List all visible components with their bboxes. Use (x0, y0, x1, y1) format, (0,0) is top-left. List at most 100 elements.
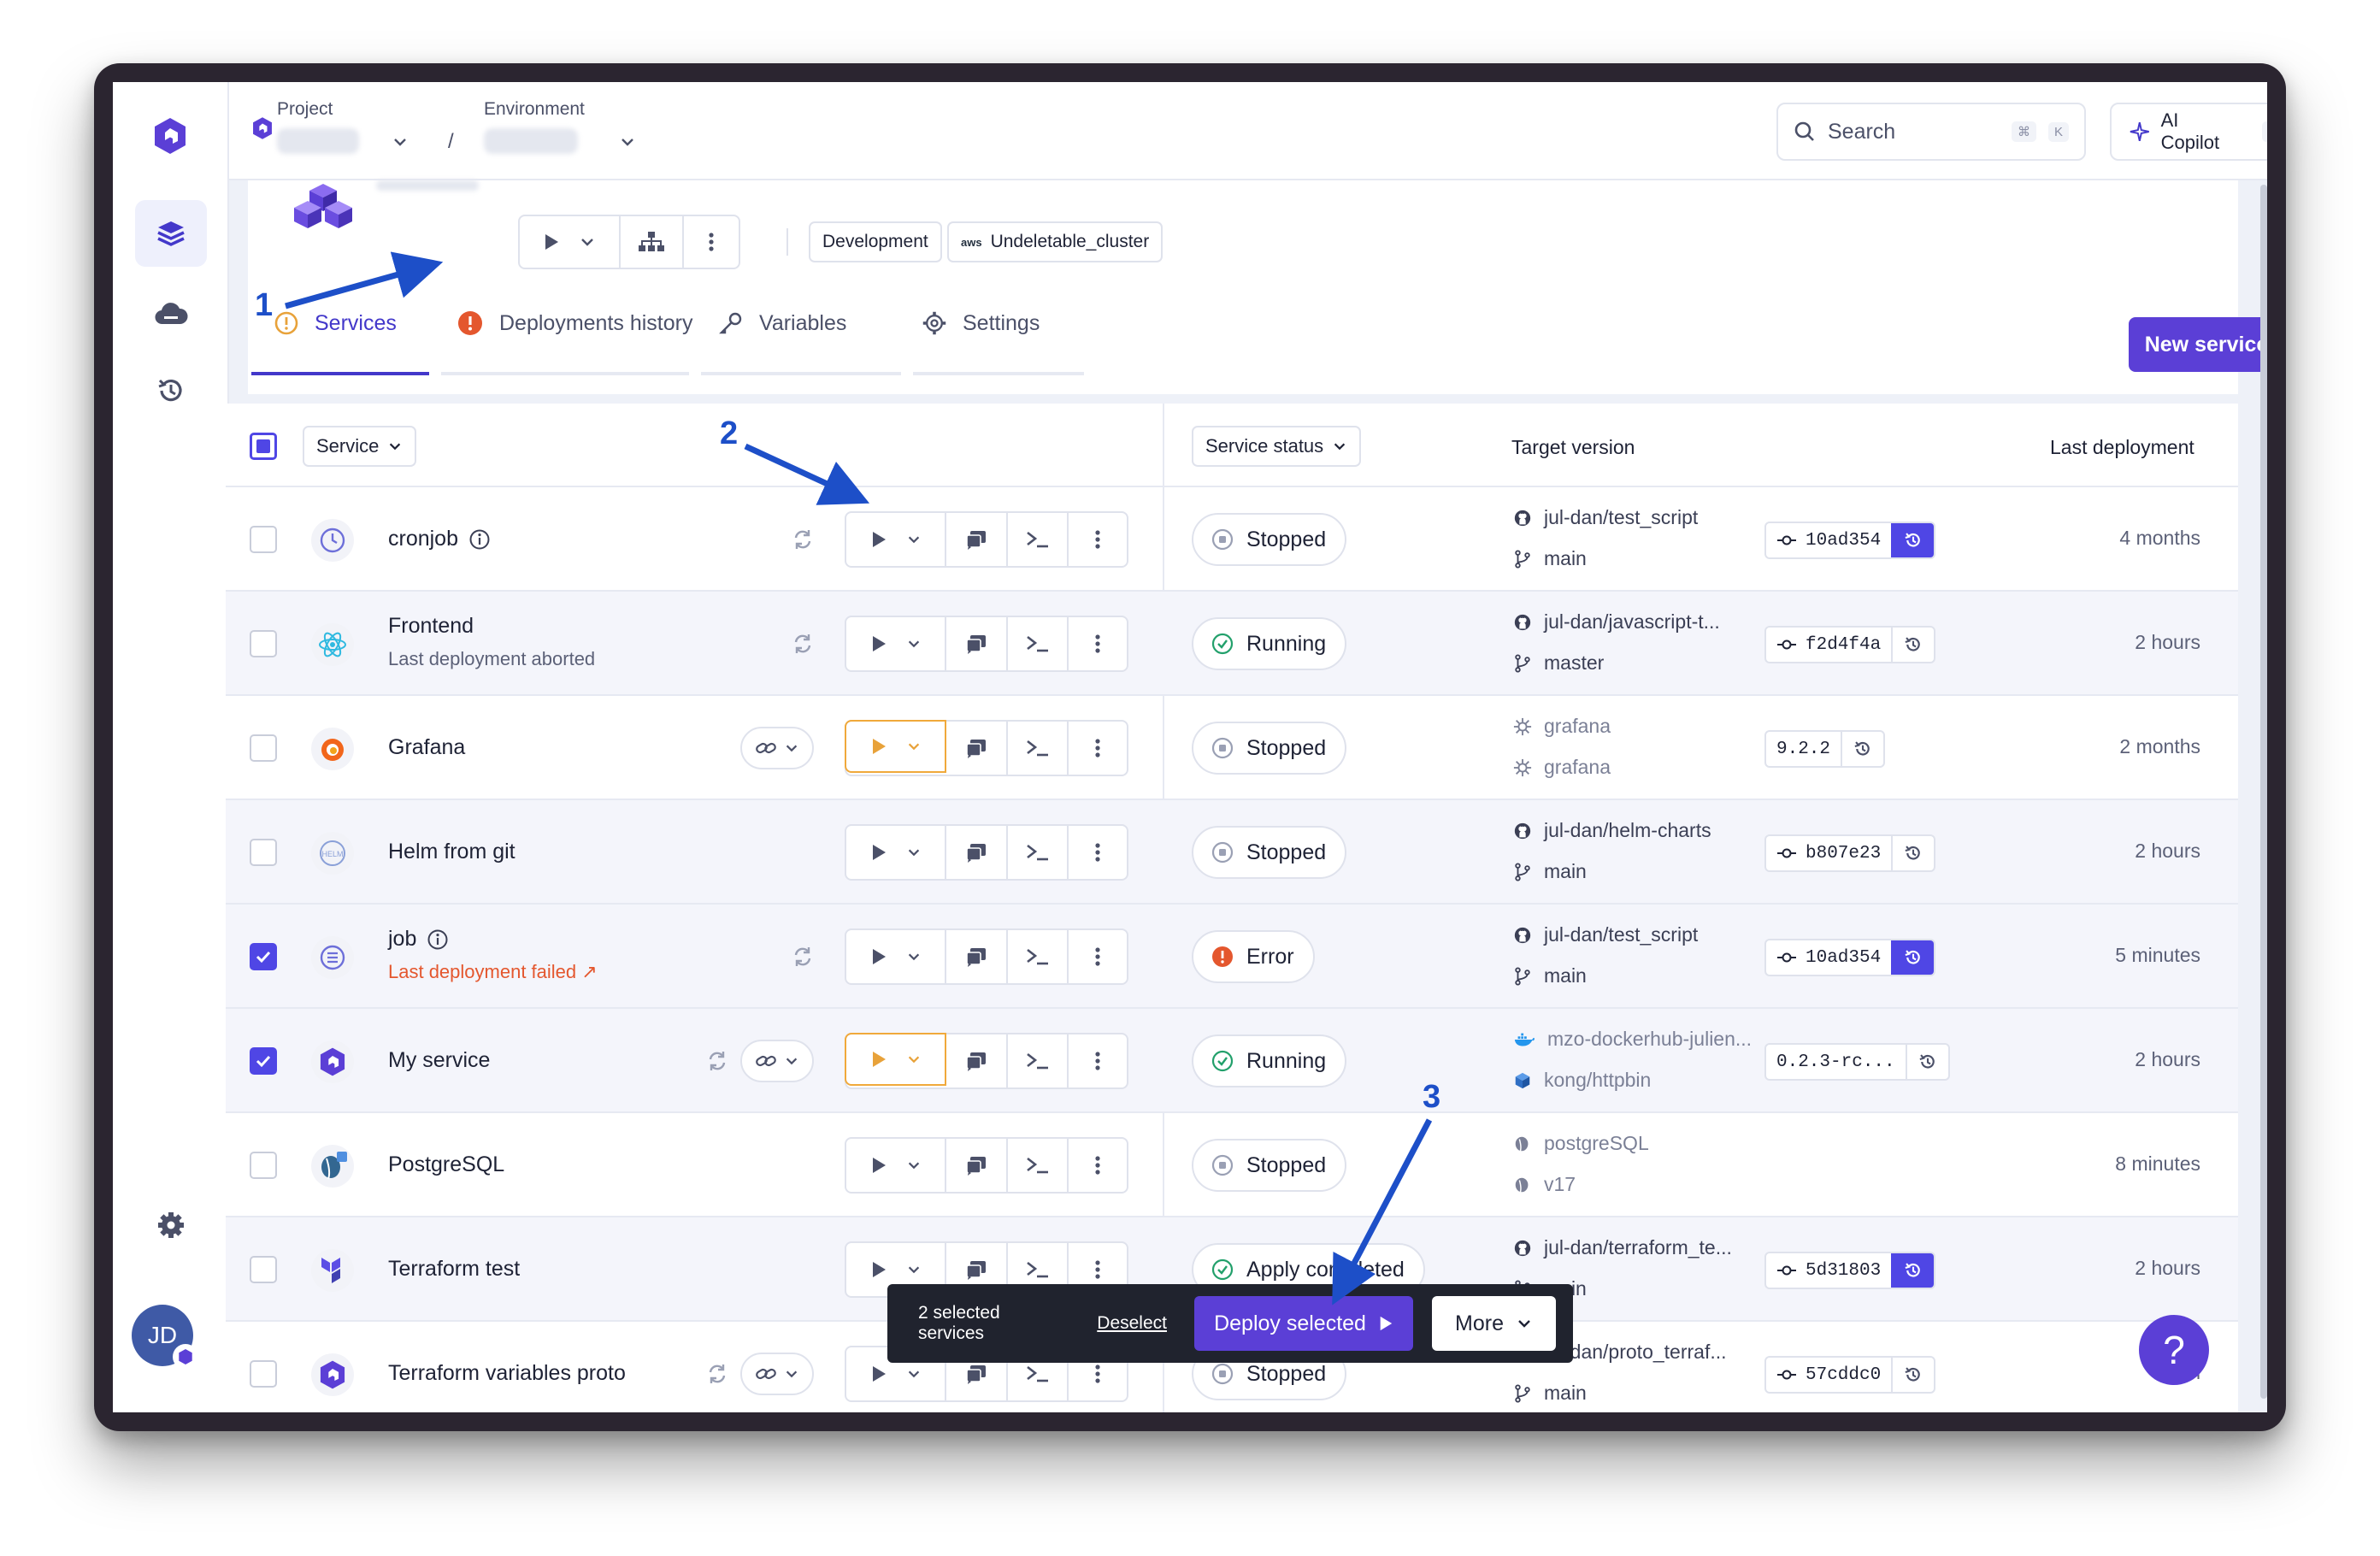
nav-settings-gear-icon[interactable] (135, 1192, 207, 1258)
service-name[interactable]: My service (388, 1048, 490, 1073)
service-links-button[interactable] (740, 1353, 814, 1395)
row-checkbox[interactable] (250, 839, 277, 866)
service-deploy-button[interactable] (846, 826, 947, 879)
service-name[interactable]: cronjob (388, 527, 491, 551)
service-more-button[interactable] (1069, 722, 1127, 775)
service-name[interactable]: Terraform variables proto (388, 1361, 626, 1386)
service-more-button[interactable] (1069, 930, 1127, 983)
tab-settings[interactable]: Settings (922, 302, 1040, 345)
version-chip[interactable]: 5d31803 (1764, 1252, 1936, 1289)
nav-cloud-icon[interactable] (135, 280, 207, 347)
service-name[interactable]: Grafana (388, 735, 465, 760)
service-deploy-button[interactable] (846, 617, 947, 670)
info-icon[interactable] (427, 928, 449, 951)
service-filter-button[interactable]: Service (303, 426, 417, 467)
rollback-button[interactable] (1891, 940, 1935, 975)
row-checkbox[interactable] (250, 1360, 277, 1388)
rollback-button[interactable] (1891, 836, 1934, 870)
environment-topology-button[interactable] (621, 216, 684, 268)
service-subtitle[interactable]: Last deployment failed ↗ (388, 961, 598, 983)
version-chip[interactable]: f2d4f4a (1764, 626, 1936, 663)
tab-variables[interactable]: Variables (718, 302, 846, 345)
service-status-filter-button[interactable]: Service status (1192, 426, 1362, 467)
service-name[interactable]: PostgreSQL (388, 1152, 504, 1177)
service-more-button[interactable] (1069, 826, 1127, 879)
row-checkbox[interactable] (250, 1256, 277, 1283)
user-avatar[interactable]: JD (132, 1305, 198, 1370)
rollback-button[interactable] (1905, 1045, 1948, 1079)
table-row[interactable]: job Last deployment failed ↗ Error jul-dan/… (226, 905, 2238, 1009)
tab-services[interactable]: Services (274, 302, 397, 345)
environment-name-redacted[interactable] (484, 128, 578, 154)
row-checkbox[interactable] (250, 943, 277, 970)
ai-copilot-button[interactable]: AI Copilot ⌘ i (2110, 103, 2267, 161)
rollback-button[interactable] (1841, 732, 1883, 766)
environment-chevron-down-icon[interactable] (619, 133, 636, 150)
row-checkbox[interactable] (250, 630, 277, 657)
service-logs-button[interactable] (946, 826, 1008, 879)
service-shell-button[interactable] (1008, 722, 1069, 775)
environment-more-button[interactable] (684, 216, 739, 268)
help-button[interactable]: ? (2139, 1315, 2209, 1385)
row-checkbox[interactable] (250, 1152, 277, 1179)
service-shell-button[interactable] (1008, 617, 1069, 670)
service-deploy-button[interactable] (846, 930, 947, 983)
service-deploy-button[interactable] (846, 513, 947, 566)
scrollbar[interactable] (2260, 185, 2267, 1399)
rollback-button[interactable] (1891, 523, 1935, 557)
table-row[interactable]: PostgreSQL Stopped postgreSQL v17 8 minutes (226, 1113, 2238, 1217)
version-chip[interactable]: 10ad354 (1764, 939, 1936, 976)
service-shell-button[interactable] (1008, 1034, 1069, 1087)
version-chip[interactable]: b807e23 (1764, 834, 1936, 872)
table-row[interactable]: cronjob Stopped jul-dan/test_script main 10a… (226, 487, 2238, 592)
nav-environments-layers-icon[interactable] (135, 200, 207, 267)
service-more-button[interactable] (1069, 1034, 1127, 1087)
project-name-redacted[interactable] (277, 128, 359, 154)
version-chip[interactable]: 10ad354 (1764, 522, 1936, 559)
table-row[interactable]: My service Running mzo-dockerhub-julien...… (226, 1009, 2238, 1113)
version-chip[interactable]: 57cddc0 (1764, 1356, 1936, 1394)
service-name[interactable]: Terraform test (388, 1257, 520, 1282)
service-logs-button[interactable] (946, 1139, 1008, 1192)
service-logs-button[interactable] (946, 930, 1008, 983)
table-row[interactable]: Grafana Stopped grafana grafana 9.2.2 2 month… (226, 696, 2238, 800)
row-checkbox[interactable] (250, 734, 277, 762)
version-chip[interactable]: 9.2.2 (1764, 730, 1886, 768)
cluster-tag[interactable]: aws Undeletable_cluster (947, 221, 1163, 262)
rollback-button[interactable] (1891, 1253, 1935, 1288)
select-all-checkbox[interactable] (250, 433, 277, 460)
table-row[interactable]: HELM Helm from git Stopped jul-dan/helm-cha… (226, 800, 2238, 905)
service-deploy-button[interactable] (845, 1033, 947, 1086)
service-deploy-button[interactable] (845, 720, 947, 773)
service-more-button[interactable] (1069, 1139, 1127, 1192)
service-name[interactable]: Frontend (388, 614, 474, 639)
service-logs-button[interactable] (946, 513, 1008, 566)
service-logs-button[interactable] (946, 617, 1008, 670)
rollback-button[interactable] (1891, 1358, 1934, 1392)
service-shell-button[interactable] (1008, 1139, 1069, 1192)
nav-history-icon[interactable] (135, 357, 207, 424)
service-name[interactable]: job (388, 927, 449, 952)
service-deploy-button[interactable] (846, 1139, 947, 1192)
service-more-button[interactable] (1069, 617, 1127, 670)
new-service-button[interactable]: New service (2129, 317, 2267, 372)
search-input[interactable]: Search ⌘ K (1776, 103, 2086, 161)
project-chevron-down-icon[interactable] (392, 133, 409, 150)
service-shell-button[interactable] (1008, 930, 1069, 983)
service-logs-button[interactable] (946, 722, 1008, 775)
tab-deployments-history[interactable]: Deployments history (457, 302, 692, 345)
service-name[interactable]: Helm from git (388, 840, 515, 864)
qovery-logo-icon[interactable] (140, 106, 200, 166)
info-icon[interactable] (468, 528, 491, 551)
row-checkbox[interactable] (250, 1047, 277, 1075)
table-row[interactable]: Frontend Last deployment aborted Running ju… (226, 592, 2238, 696)
deploy-selected-button[interactable]: Deploy selected (1193, 1296, 1414, 1351)
service-shell-button[interactable] (1008, 513, 1069, 566)
environment-deploy-button[interactable] (520, 216, 621, 268)
service-logs-button[interactable] (946, 1034, 1008, 1087)
service-more-button[interactable] (1069, 513, 1127, 566)
service-links-button[interactable] (740, 727, 814, 769)
rollback-button[interactable] (1891, 628, 1934, 662)
more-actions-button[interactable]: More (1432, 1296, 1556, 1351)
deselect-link[interactable]: Deselect (1097, 1313, 1167, 1334)
